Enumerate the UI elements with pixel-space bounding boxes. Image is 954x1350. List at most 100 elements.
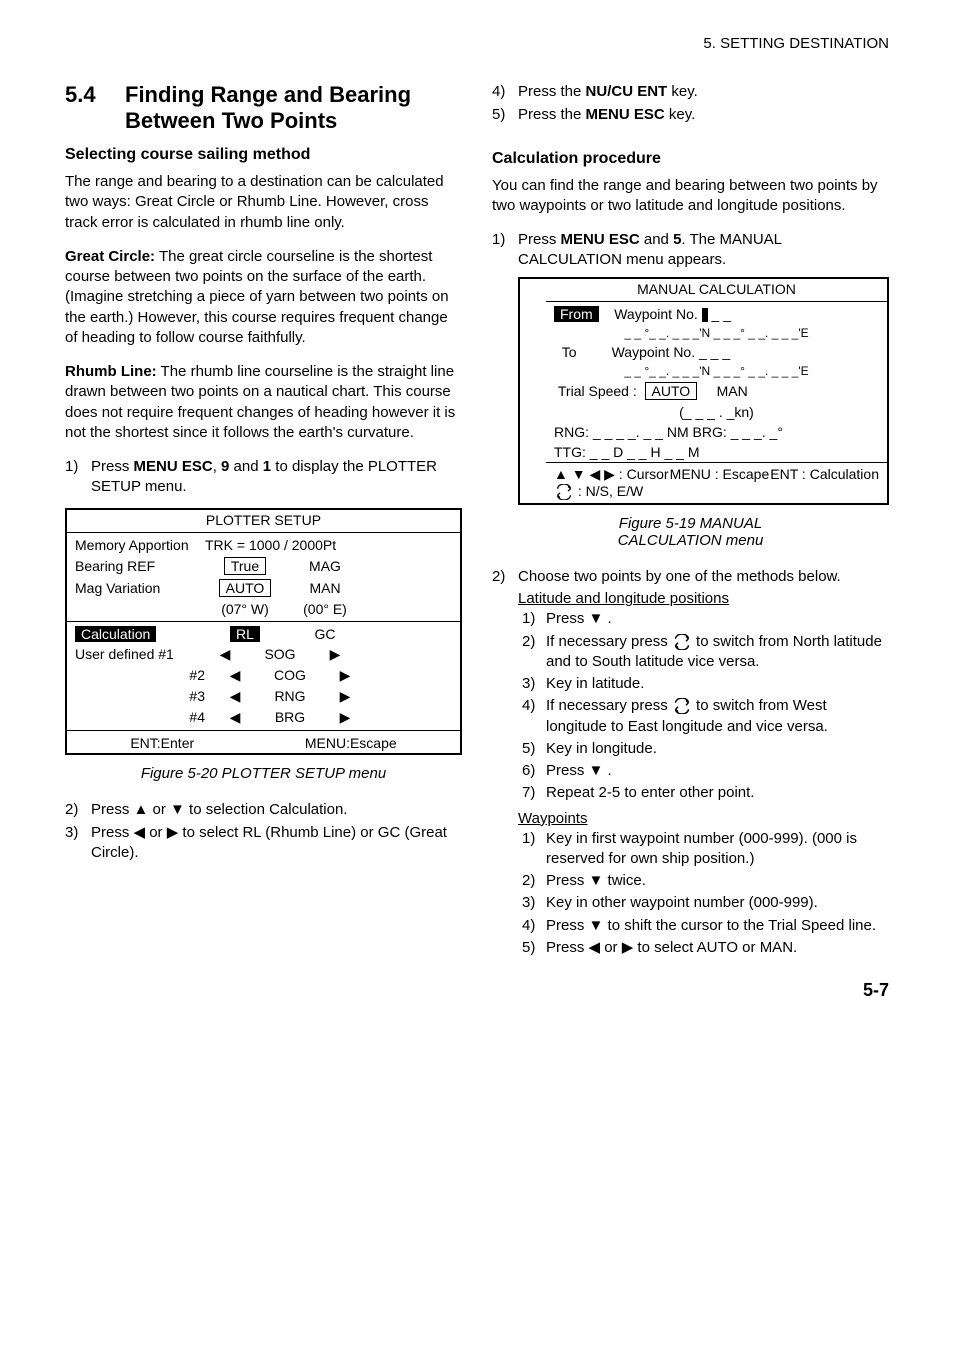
ent-enter-hint: ENT:Enter bbox=[130, 735, 194, 751]
cycle-icon bbox=[554, 484, 574, 500]
mem-apportion-label: Memory Apportion bbox=[75, 537, 205, 553]
step2-text: Press ▲ or ▼ to selection Calculation. bbox=[91, 800, 462, 820]
step5-post: key. bbox=[665, 106, 696, 123]
step5-pre: Press the bbox=[518, 106, 586, 123]
from-latlon: _ _ °_ _. _ _ _'N _ _ _° _ _. _ _ _'E bbox=[546, 324, 887, 342]
trk-value: TRK = 1000 / 2000Pt bbox=[205, 537, 336, 553]
kn-value: (_ _ _ . _kn) bbox=[546, 402, 887, 422]
section-heading: 5.4 Finding Range and Bearing Between Tw… bbox=[65, 82, 462, 134]
user-defined-3: #3 bbox=[75, 688, 215, 704]
wp-step1: Key in first waypoint number (000-999). … bbox=[546, 829, 889, 870]
manual-title: MANUAL CALCULATION bbox=[546, 279, 887, 299]
section-title-text: Finding Range and Bearing Between Two Po… bbox=[125, 82, 462, 134]
trial-speed-label: Trial Speed : bbox=[558, 383, 637, 399]
step4-post: key. bbox=[667, 83, 698, 100]
true-option: True bbox=[224, 557, 266, 575]
figure-5-20-caption: Figure 5-20 PLOTTER SETUP menu bbox=[65, 765, 462, 782]
caption2-line1: Figure 5-19 MANUAL bbox=[619, 515, 762, 532]
menu-escape-hint: MENU : Escape bbox=[670, 466, 770, 483]
right-arrow-icon bbox=[325, 688, 365, 705]
cursor-hint: ▲ ▼ ◀ ▶ : Cursor bbox=[554, 466, 669, 483]
right-step-1: 1) Press MENU ESC and 5. The MANUAL CALC… bbox=[492, 230, 889, 271]
mag-option: MAG bbox=[285, 558, 365, 574]
rhumb-line-paragraph: Rhumb Line: The rhumb line courseline is… bbox=[65, 362, 462, 443]
right-arrow-icon bbox=[325, 667, 365, 684]
left-arrow-icon bbox=[215, 709, 255, 726]
step5-key: MENU ESC bbox=[586, 106, 665, 123]
wp-step3: Key in other waypoint number (000-999). bbox=[546, 893, 889, 913]
manual-calc-figure: MANUAL CALCULATION From Waypoint No. _ _… bbox=[518, 277, 889, 506]
ll-s2a: If necessary press bbox=[546, 633, 672, 650]
auto-option: AUTO bbox=[219, 579, 272, 597]
menu-escape-hint: MENU:Escape bbox=[305, 735, 397, 751]
waypoint-no-label-2: Waypoint No. bbox=[612, 344, 696, 360]
west-value: (07° W) bbox=[205, 601, 285, 617]
running-header: 5. SETTING DESTINATION bbox=[65, 35, 889, 52]
page-number: 5-7 bbox=[65, 980, 889, 1001]
cycle-icon bbox=[672, 634, 692, 650]
calc-procedure-paragraph: You can find the range and bearing betwe… bbox=[492, 176, 889, 217]
wp-step2: Press ▼ twice. bbox=[546, 871, 889, 891]
intro-paragraph: The range and bearing to a destination c… bbox=[65, 172, 462, 233]
step1-pre: Press bbox=[91, 458, 134, 475]
user-defined-4: #4 bbox=[75, 709, 215, 725]
rl-option: RL bbox=[230, 626, 260, 642]
great-circle-paragraph: Great Circle: The great circle courselin… bbox=[65, 247, 462, 348]
ll-step7: Repeat 2-5 to enter other point. bbox=[546, 783, 889, 803]
bearing-ref-label: Bearing REF bbox=[75, 558, 205, 574]
ll-step6: Press ▼ . bbox=[546, 761, 889, 781]
to-label: To bbox=[562, 344, 577, 360]
latlon-heading: Latitude and longitude positions bbox=[518, 590, 889, 607]
man-option: MAN bbox=[285, 580, 365, 596]
left-column: 5.4 Finding Range and Bearing Between Tw… bbox=[65, 82, 462, 960]
nse-hint: : N/S, E/W bbox=[554, 483, 643, 500]
step1-key3: 1 bbox=[263, 458, 271, 475]
great-circle-label: Great Circle: bbox=[65, 248, 155, 265]
right-arrow-icon bbox=[325, 709, 365, 726]
r2-text: Choose two points by one of the methods … bbox=[518, 567, 889, 587]
ll-step5: Key in longitude. bbox=[546, 739, 889, 759]
man-speed-option: MAN bbox=[717, 383, 748, 399]
cog-label: COG bbox=[255, 667, 325, 683]
cycle-icon bbox=[672, 698, 692, 714]
wp-step5: Press ◀ or ▶ to select AUTO or MAN. bbox=[546, 938, 889, 958]
step-2: 2)Press ▲ or ▼ to selection Calculation. bbox=[65, 800, 462, 820]
ll-step2: If necessary press to switch from North … bbox=[546, 632, 889, 673]
rhumb-line-label: Rhumb Line: bbox=[65, 363, 157, 380]
left-arrow-icon bbox=[215, 667, 255, 684]
step-4: 4) Press the NU/CU ENT key. bbox=[492, 82, 889, 102]
from-label: From bbox=[554, 306, 599, 322]
section-number: 5.4 bbox=[65, 82, 125, 134]
caption2-line2: CALCULATION menu bbox=[618, 532, 764, 549]
cursor-block-icon bbox=[702, 308, 708, 322]
figure-5-19-caption: Figure 5-19 MANUAL CALCULATION menu bbox=[492, 515, 889, 549]
waypoint-no-label: Waypoint No. bbox=[614, 306, 698, 322]
east-value: (00° E) bbox=[285, 601, 365, 617]
sog-label: SOG bbox=[245, 646, 315, 662]
subheading-selecting: Selecting course sailing method bbox=[65, 146, 462, 164]
step-5: 5) Press the MENU ESC key. bbox=[492, 105, 889, 125]
gc-option: GC bbox=[285, 626, 365, 642]
right-step-2: 2)Choose two points by one of the method… bbox=[492, 567, 889, 587]
user-defined-1: User defined #1 bbox=[75, 646, 205, 662]
step-1: 1) Press MENU ESC, 9 and 1 to display th… bbox=[65, 457, 462, 498]
wp-step4: Press ▼ to shift the cursor to the Trial… bbox=[546, 916, 889, 936]
left-arrow-icon bbox=[205, 646, 245, 663]
ttg-line: TTG: _ _ D _ _ H _ _ M bbox=[546, 442, 887, 462]
to-latlon: _ _ °_ _. _ _ _'N _ _ _° _ _. _ _ _'E bbox=[546, 362, 887, 380]
r1-key1: MENU ESC bbox=[561, 231, 640, 248]
right-column: 4) Press the NU/CU ENT key. 5) Press the… bbox=[492, 82, 889, 960]
step4-pre: Press the bbox=[518, 83, 586, 100]
ent-calc-hint: ENT : Calculation bbox=[770, 466, 879, 483]
plotter-title: PLOTTER SETUP bbox=[67, 510, 460, 530]
ll-step3: Key in latitude. bbox=[546, 674, 889, 694]
step1-key1: MENU ESC bbox=[134, 458, 213, 475]
brg-label: BRG bbox=[255, 709, 325, 725]
left-arrow-icon bbox=[215, 688, 255, 705]
ll-step1: Press ▼ . bbox=[546, 609, 889, 629]
step4-key: NU/CU ENT bbox=[586, 83, 668, 100]
rng-brg-line: RNG: _ _ _ _. _ _ NM BRG: _ _ _. _° bbox=[546, 422, 887, 442]
plotter-setup-figure: PLOTTER SETUP Memory Apportion TRK = 100… bbox=[65, 508, 462, 755]
waypoints-heading: Waypoints bbox=[518, 810, 889, 827]
rng-label: RNG bbox=[255, 688, 325, 704]
